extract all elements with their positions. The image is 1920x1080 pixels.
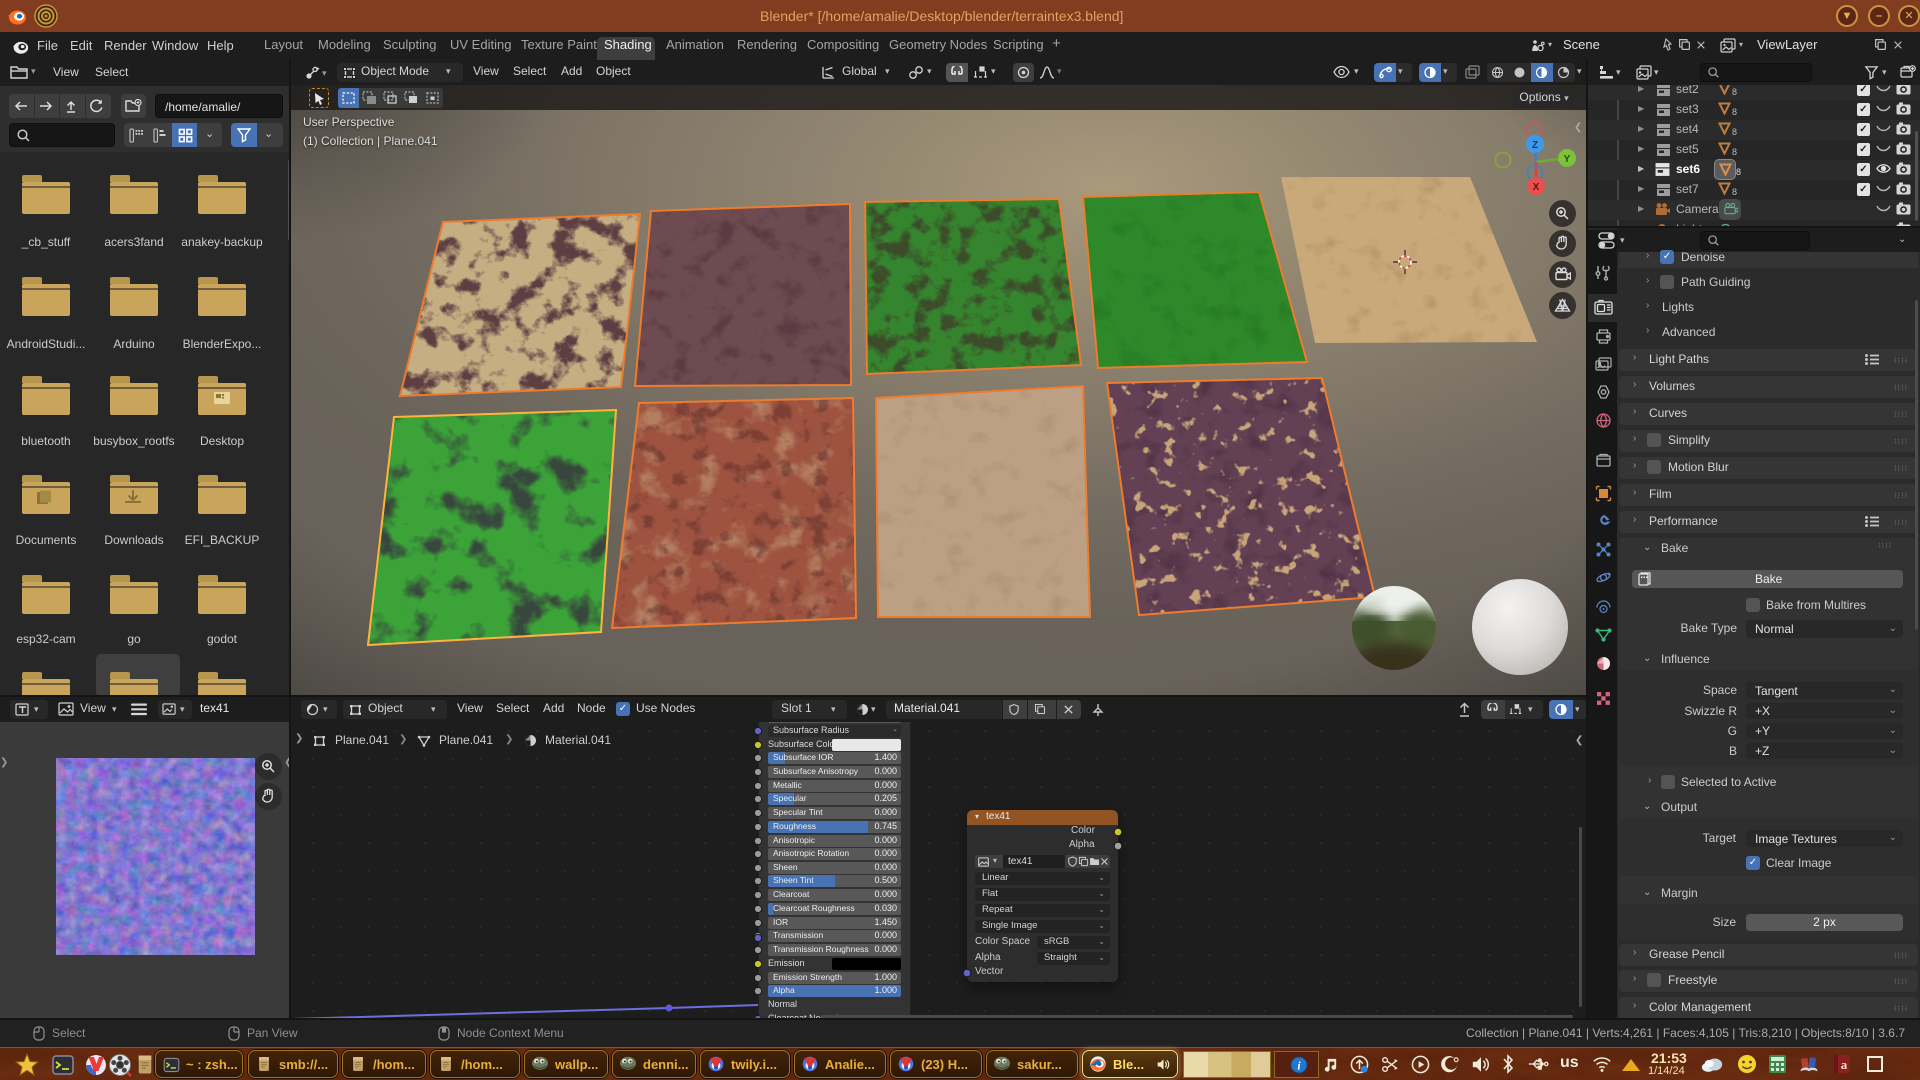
svg-text:X: X bbox=[1533, 182, 1540, 193]
svg-text:a: a bbox=[1841, 1057, 1848, 1072]
svg-text:Y: Y bbox=[1564, 154, 1571, 165]
svg-text:Z: Z bbox=[1532, 140, 1538, 151]
